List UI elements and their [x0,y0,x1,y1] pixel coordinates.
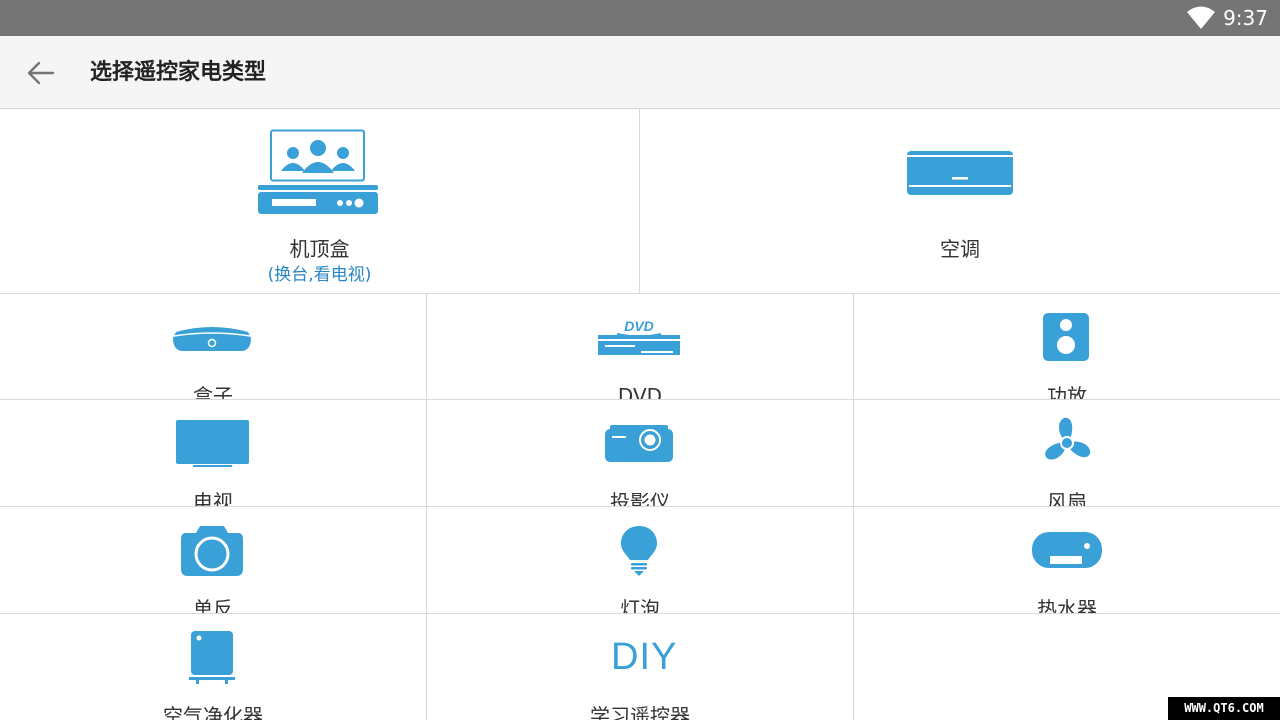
back-arrow-icon [27,61,55,85]
speaker-icon [1043,313,1089,361]
page-title: 选择遥控家电类型 [90,60,267,85]
device-light-bulb[interactable]: 灯泡 [427,507,853,613]
camera-icon [181,526,243,576]
device-label: DVD [617,384,663,399]
device-label: 电视 [193,490,233,506]
device-label: 空气净化器 [163,704,263,720]
device-dvd[interactable]: DVD DVD [427,294,853,399]
grid-divider [426,294,427,720]
back-button[interactable] [20,52,62,94]
device-set-top-box[interactable]: 机顶盒 (换台,看电视) [0,109,639,293]
status-bar: 9:37 [0,0,1280,36]
device-label: 机顶盒 [289,237,350,261]
fan-icon [1045,417,1091,460]
status-time: 9:37 [1223,6,1268,30]
water-heater-icon [1032,532,1102,568]
air-conditioner-icon [907,151,1013,195]
device-label: 热水器 [1037,597,1097,613]
air-purifier-icon [189,631,235,684]
app-bar: 选择遥控家电类型 [0,36,1280,109]
device-air-conditioner[interactable]: 空调 [640,109,1280,293]
device-label: 单反 [193,597,233,613]
projector-icon [605,425,673,462]
device-amplifier[interactable]: 功放 [854,294,1280,399]
diy-icon: DIY [611,636,678,678]
tv-icon [176,420,249,467]
device-label: 功放 [1047,384,1087,399]
set-top-box-icon [258,129,378,214]
watermark: WWW.QT6.COM [1168,697,1280,720]
device-tv[interactable]: 电视 [0,400,426,506]
grid-divider [0,613,1280,614]
grid-divider [0,399,1280,400]
device-box[interactable]: 盒子 [0,294,426,399]
device-water-heater[interactable]: 热水器 [854,507,1280,613]
device-air-purifier[interactable]: 空气净化器 [0,614,426,720]
grid-divider [853,294,854,720]
dvd-player-icon: DVD [598,318,680,355]
device-label: 灯泡 [620,597,660,613]
device-fan[interactable]: 风扇 [854,400,1280,506]
device-projector[interactable]: 投影仪 [427,400,853,506]
device-label: 学习遥控器 [590,704,690,720]
light-bulb-icon [621,526,657,576]
grid-divider [0,506,1280,507]
device-sublabel: (换台,看电视) [267,265,372,285]
device-learning-remote[interactable]: DIY 学习遥控器 [427,614,853,720]
wifi-icon [1187,6,1215,29]
svg-text:DVD: DVD [624,318,654,334]
grid-divider [0,293,1280,294]
device-label: 空调 [940,237,980,261]
grid-divider [639,109,640,294]
device-slr-camera[interactable]: 单反 [0,507,426,613]
media-box-icon [173,327,251,351]
device-label: 盒子 [193,384,233,399]
device-label: 投影仪 [610,490,670,506]
device-label: 风扇 [1047,490,1087,506]
